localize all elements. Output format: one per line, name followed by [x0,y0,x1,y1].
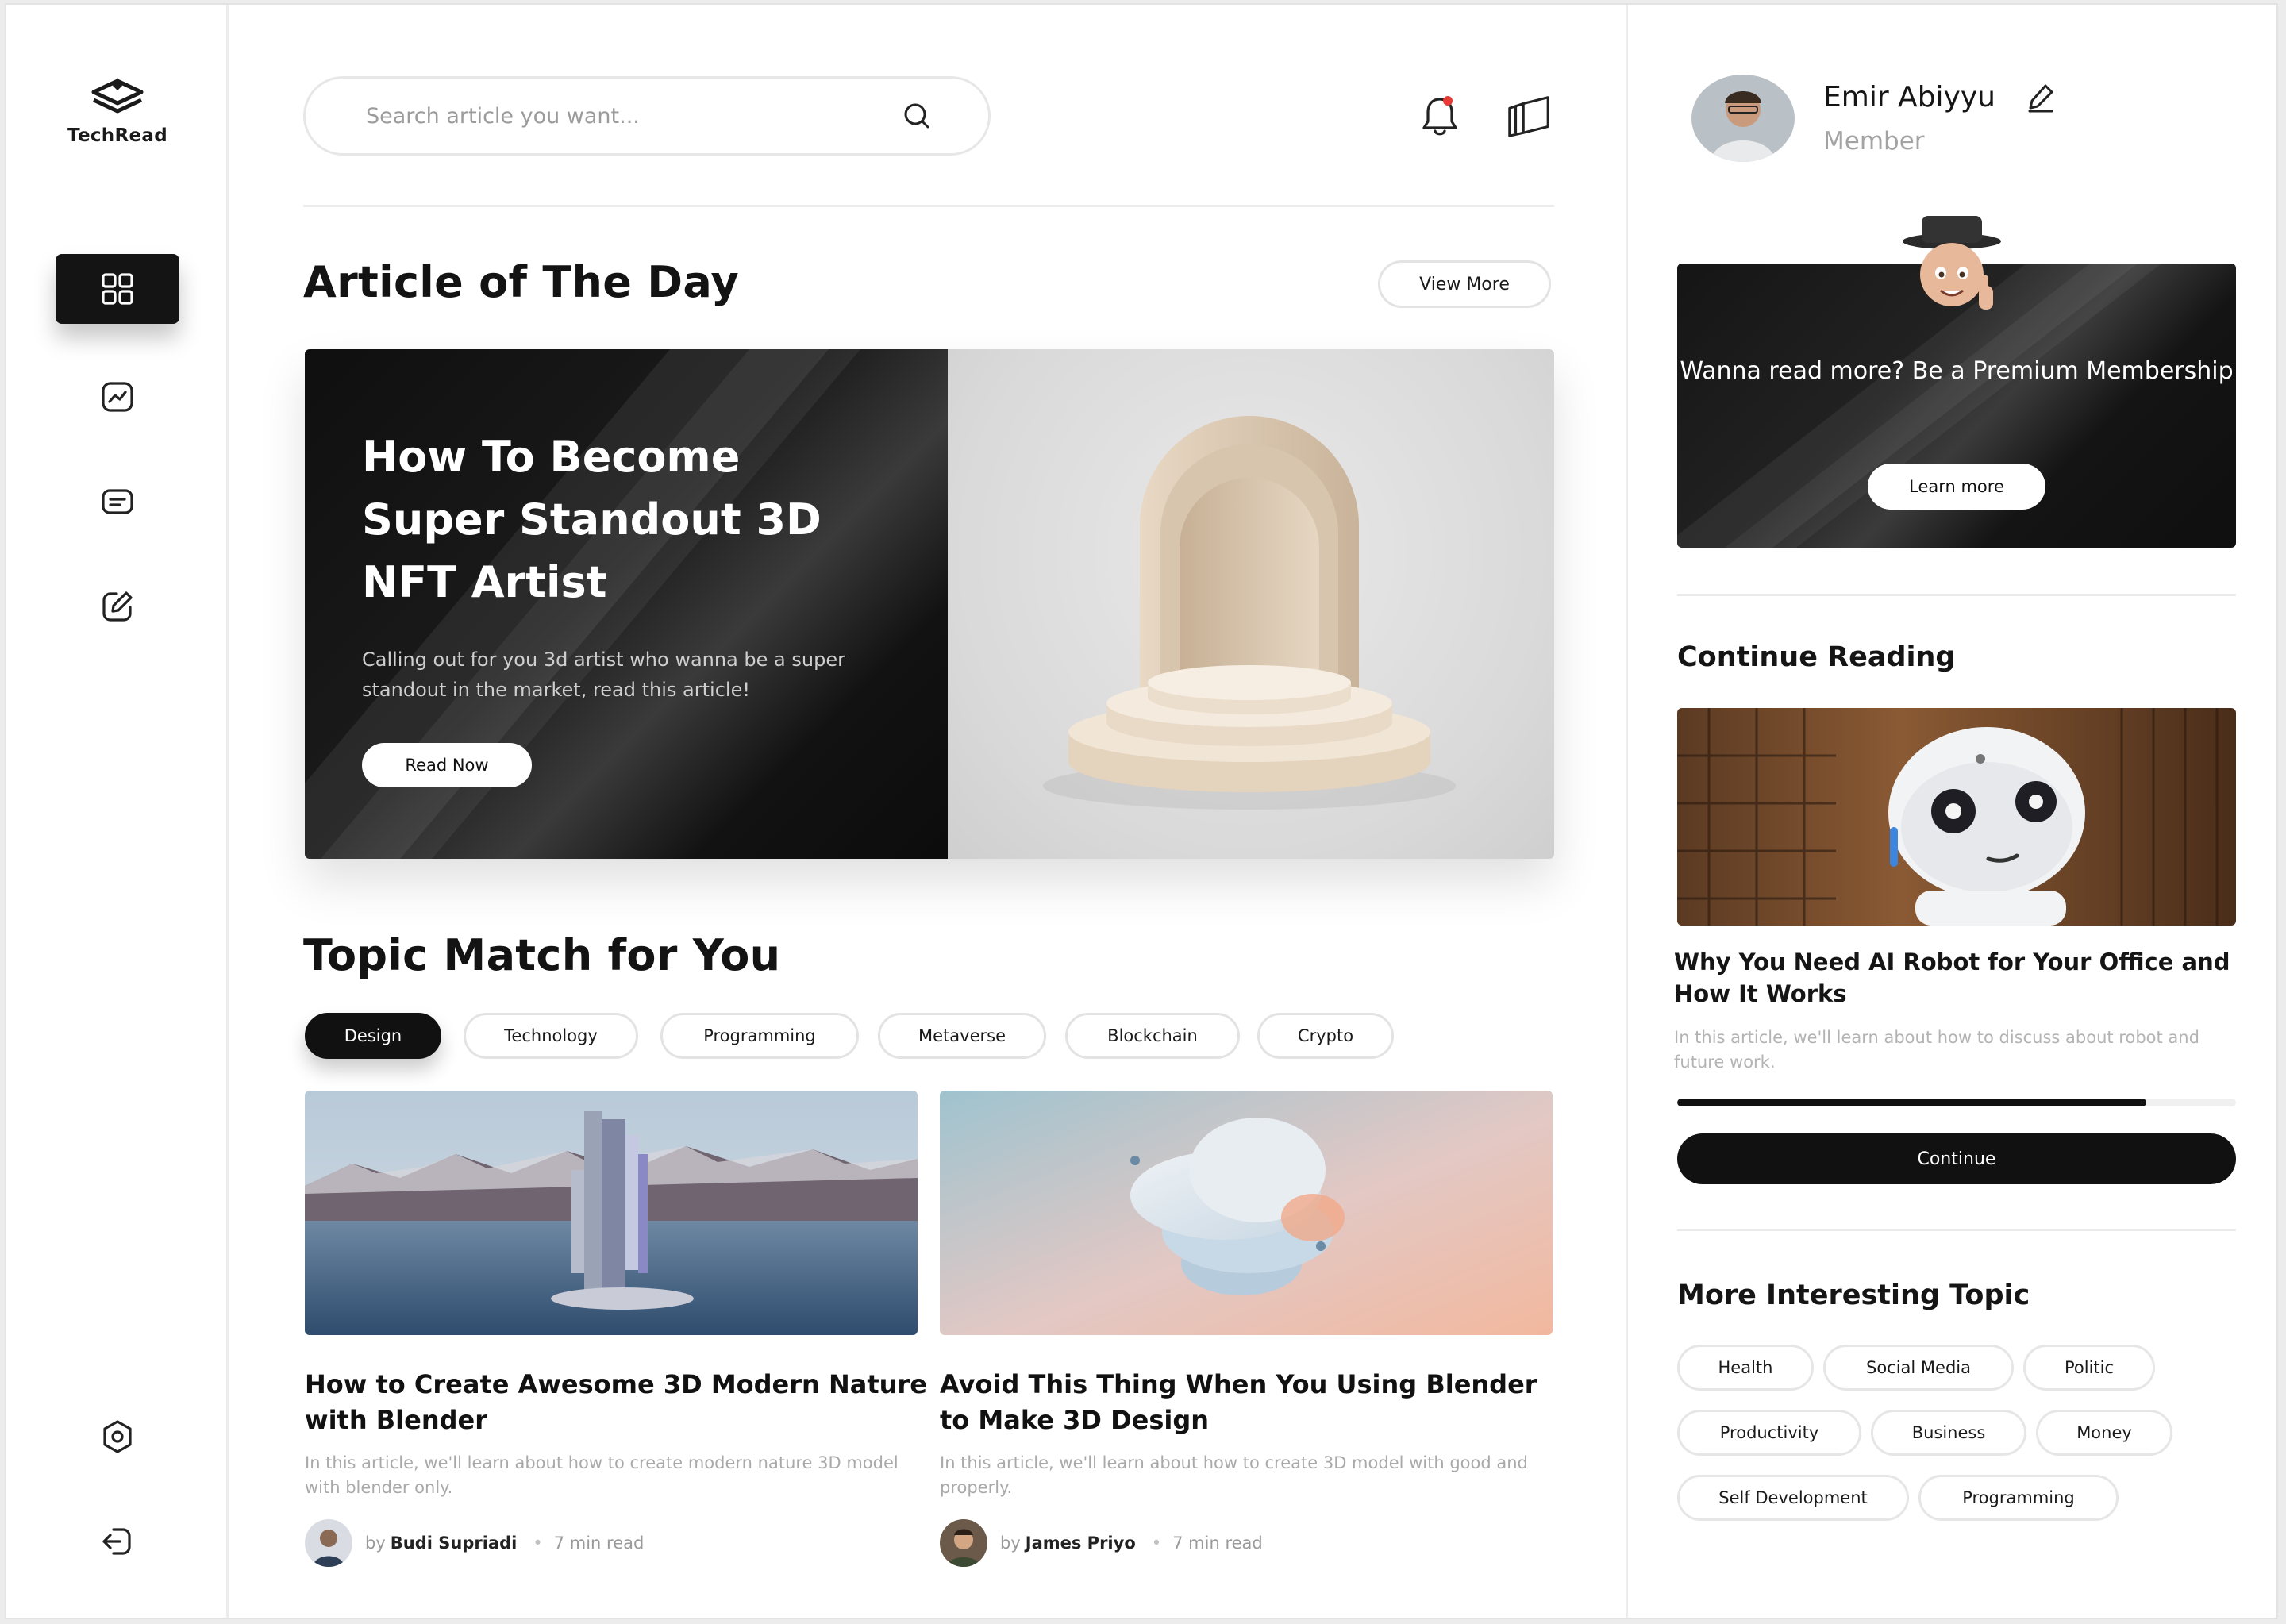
author-by-label: by [1000,1534,1021,1553]
continue-button[interactable]: Continue [1677,1133,2236,1184]
topic-chip-technology[interactable]: Technology [464,1013,638,1059]
robot-illustration [1677,708,2236,926]
more-topics-heading: More Interesting Topic [1677,1280,2030,1311]
arch-podium-illustration [1043,416,1456,810]
nav-write[interactable] [56,571,179,641]
section-divider [1677,594,2236,596]
message-list-icon [102,489,133,514]
author-avatar-1[interactable] [305,1519,352,1567]
settings-gear-icon [103,1420,132,1453]
reading-progress-fill [1677,1099,2147,1106]
nav-logout[interactable] [56,1507,179,1576]
sidebar: TechRead [6,5,229,1618]
nav-messages[interactable] [56,467,179,537]
continue-reading-title[interactable]: Why You Need AI Robot for Your Office an… [1674,946,2246,1010]
abstract-3d-shape-illustration [940,1091,1553,1335]
hero-image [948,349,1554,859]
view-more-button[interactable]: View More [1378,260,1551,308]
app-window: TechRead Search article you want... Arti… [5,3,2278,1619]
learn-more-button[interactable]: Learn more [1868,464,2045,510]
article-card-desc-1: In this article, we'll learn about how t… [305,1453,899,1497]
article-card-title-1[interactable]: How to Create Awesome 3D Modern Nature w… [305,1367,932,1438]
nav-dashboard[interactable] [56,254,179,324]
author-avatar-2[interactable] [940,1519,987,1567]
topic-chip-metaverse[interactable]: Metaverse [878,1013,1046,1059]
search-input[interactable] [366,103,901,129]
nav-settings[interactable] [56,1402,179,1472]
author-name-2[interactable]: James Priyo [1026,1534,1136,1553]
hero-title: How To Become Super Standout 3D NFT Arti… [362,432,822,607]
hero-text-panel: How To Become Super Standout 3D NFT Arti… [305,349,948,859]
article-card-author-2: by James Priyo • 7 min read [940,1519,1263,1567]
read-time-1: 7 min read [553,1534,645,1553]
main-content: Article of The Day View More How To Beco… [229,5,1626,1618]
hero-description: Calling out for you 3d artist who wanna … [362,648,845,701]
topic-chip-programming[interactable]: Programming [660,1013,859,1059]
continue-reading-description: In this article, we'll learn about how t… [1674,1028,2199,1072]
article-of-day-heading: Article of The Day [303,257,739,307]
topic-chip-design[interactable]: Design [305,1013,441,1059]
topic-tag-programming[interactable]: Programming [1918,1475,2119,1521]
dashboard-grid-icon [102,273,133,305]
author-by-label: by [365,1534,386,1553]
separator-dot: • [1151,1534,1162,1553]
promo-text: Wanna read more? Be a Premium Membership [1680,357,2234,385]
article-of-day-card[interactable]: How To Become Super Standout 3D NFT Arti… [305,349,1554,859]
continue-reading-image[interactable] [1677,708,2236,926]
section-divider [1677,1229,2236,1231]
topic-match-heading: Topic Match for You [303,930,781,980]
bell-icon [1422,96,1457,136]
topic-chip-crypto[interactable]: Crypto [1257,1013,1394,1059]
nav-trending[interactable] [56,362,179,432]
right-panel: Emir Abiyyu Member Wanna read more? Be a… [1626,5,2280,1618]
nature-lake-illustration [305,1091,918,1335]
mascot-emoji-icon [1903,216,2001,310]
notification-button[interactable] [1416,92,1464,140]
brand-name: TechRead [67,125,167,146]
article-card-author-1: by Budi Supriadi • 7 min read [305,1519,644,1567]
topic-tag-business[interactable]: Business [1871,1410,2026,1456]
search-bar[interactable] [303,76,991,156]
profile-avatar[interactable] [1691,75,1795,162]
bookmarks-button[interactable] [1505,92,1553,140]
logout-icon [102,1528,131,1555]
search-icon[interactable] [901,100,933,132]
topic-tag-politic[interactable]: Politic [2023,1345,2155,1391]
topic-tag-social-media[interactable]: Social Media [1823,1345,2014,1391]
book-icon [1508,96,1549,137]
continue-reading-heading: Continue Reading [1677,641,1956,673]
topic-tag-productivity[interactable]: Productivity [1677,1410,1861,1456]
read-now-button[interactable]: Read Now [362,743,532,787]
topic-tag-self-development[interactable]: Self Development [1677,1475,1909,1521]
profile-name: Emir Abiyyu [1823,81,1995,114]
article-card-desc-2: In this article, we'll learn about how t… [940,1453,1528,1497]
header-divider [303,205,1554,207]
author-name-1[interactable]: Budi Supriadi [391,1534,518,1553]
article-card-title-2[interactable]: Avoid This Thing When You Using Blender … [940,1367,1567,1438]
separator-dot: • [533,1534,543,1553]
article-card-image-2[interactable] [940,1091,1553,1335]
topic-chip-blockchain[interactable]: Blockchain [1065,1013,1240,1059]
trending-chart-icon [102,382,133,412]
reading-progress-bar [1677,1099,2236,1106]
topic-tag-money[interactable]: Money [2036,1410,2172,1456]
profile-role: Member [1823,127,1925,156]
stack-logo-icon [91,78,144,114]
brand-logo[interactable]: TechRead [6,76,229,146]
edit-write-icon [102,591,133,622]
topic-tag-health[interactable]: Health [1677,1345,1814,1391]
notification-badge [1443,96,1453,106]
read-time-2: 7 min read [1172,1534,1263,1553]
article-card-image-1[interactable] [305,1091,918,1335]
pencil-edit-icon[interactable] [2025,81,2057,113]
